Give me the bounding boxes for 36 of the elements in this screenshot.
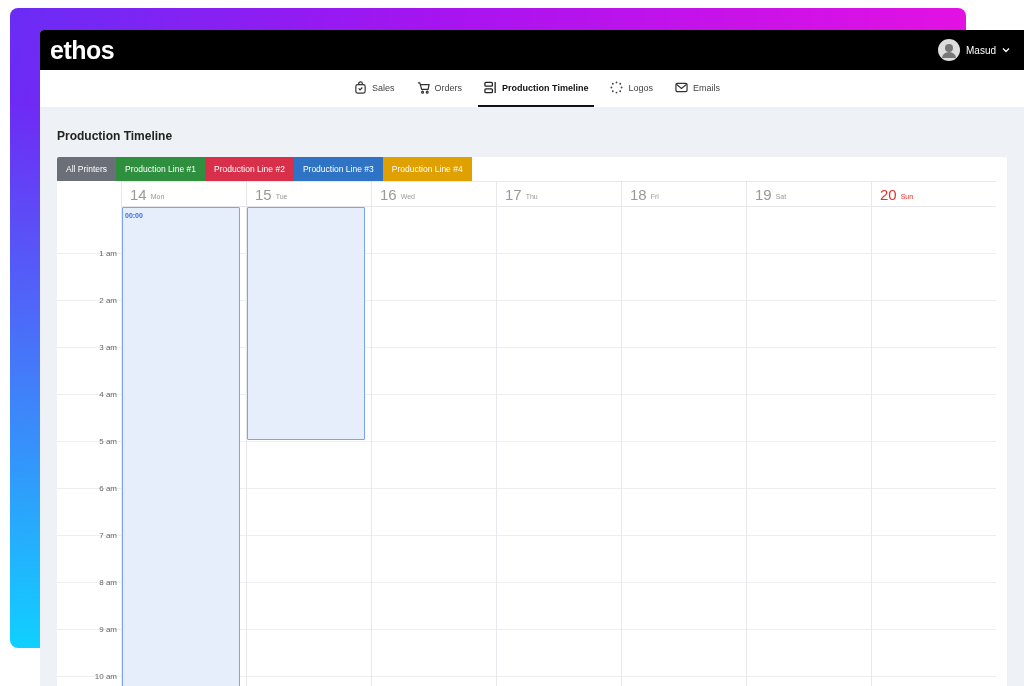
hour-label: 10 am bbox=[94, 672, 117, 681]
day-number: 18 bbox=[630, 185, 647, 203]
hour-label: 2 am bbox=[99, 296, 117, 305]
mail-icon bbox=[674, 81, 688, 94]
timeline-icon bbox=[484, 81, 498, 94]
day-number: 14 bbox=[130, 185, 147, 203]
day-number: 17 bbox=[505, 185, 522, 203]
day-number: 16 bbox=[380, 185, 397, 203]
hour-label: 7 am bbox=[99, 531, 117, 540]
hour-label: 3 am bbox=[99, 343, 117, 352]
logo[interactable]: ethos bbox=[50, 35, 115, 65]
cart-icon bbox=[416, 81, 430, 94]
nav-tab[interactable]: Emails bbox=[668, 70, 726, 107]
page-title: Production Timeline bbox=[57, 128, 174, 145]
filter-tab[interactable]: Production Line #1 bbox=[116, 157, 205, 181]
nav-tab[interactable]: Logos bbox=[604, 70, 659, 107]
filter-tab[interactable]: Production Line #2 bbox=[205, 157, 294, 181]
hour-label: 6 am bbox=[99, 484, 117, 493]
filter-tab[interactable]: Production Line #3 bbox=[293, 157, 383, 181]
filter-tab[interactable]: All Printers bbox=[57, 157, 117, 181]
hour-label: 1 am bbox=[99, 249, 117, 258]
dotted-circle-icon bbox=[610, 81, 624, 94]
hour-label: 8 am bbox=[99, 578, 117, 587]
caret-icon[interactable] bbox=[1002, 47, 1010, 53]
user-name[interactable]: Masud bbox=[966, 44, 996, 56]
bag-icon bbox=[354, 81, 368, 94]
nav-tab[interactable]: Orders bbox=[410, 70, 469, 107]
nav-tab[interactable]: Sales bbox=[348, 70, 401, 107]
day-number: 20 bbox=[880, 185, 897, 203]
hour-label: 4 am bbox=[99, 390, 117, 399]
hour-label: 5 am bbox=[99, 437, 117, 446]
nav-tab[interactable]: Production Timeline bbox=[478, 70, 595, 107]
avatar-icon[interactable] bbox=[938, 39, 960, 61]
hour-label: 9 am bbox=[99, 625, 117, 634]
day-number: 15 bbox=[255, 185, 272, 203]
day-number: 19 bbox=[755, 185, 772, 203]
